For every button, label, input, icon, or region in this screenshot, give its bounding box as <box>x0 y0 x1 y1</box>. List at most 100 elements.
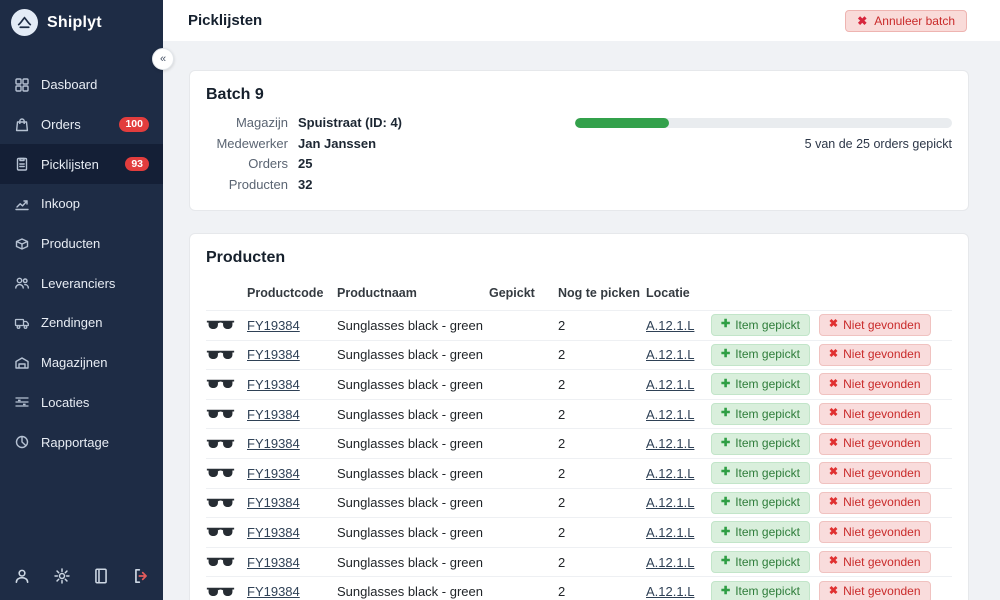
product-name: Sunglasses black - green <box>337 436 489 451</box>
users-icon <box>14 275 30 291</box>
user-icon[interactable] <box>13 567 31 585</box>
sidebar-item-magazijnen[interactable]: Magazijnen <box>0 343 163 383</box>
product-image <box>206 525 247 539</box>
not-found-button[interactable]: ✖ Niet gevonden <box>819 581 931 600</box>
dashboard-icon <box>14 77 30 93</box>
table-row: FY19384 Sunglasses black - green 2 A.12.… <box>206 547 952 577</box>
sidebar-item-producten[interactable]: Producten <box>0 224 163 264</box>
product-code-link[interactable]: FY19384 <box>247 407 300 422</box>
column-gepickt: Gepickt <box>489 286 558 300</box>
sidebar-item-dasboard[interactable]: Dasboard <box>0 65 163 105</box>
content: Batch 9 Magazijn Spuistraat (ID: 4) Mede… <box>163 41 1000 600</box>
item-picked-button[interactable]: ✚ Item gepickt <box>711 492 810 514</box>
item-picked-button[interactable]: ✚ Item gepickt <box>711 521 810 543</box>
not-found-button[interactable]: ✖ Niet gevonden <box>819 551 931 573</box>
item-picked-button[interactable]: ✚ Item gepickt <box>711 403 810 425</box>
row-actions: ✚ Item gepickt ✖ Niet gevonden <box>711 344 952 366</box>
x-circle-icon: ✖ <box>829 496 838 510</box>
batch-field-orders: Orders 25 <box>206 156 402 171</box>
warehouse-icon <box>14 355 30 371</box>
product-code-link[interactable]: FY19384 <box>247 466 300 481</box>
item-picked-button[interactable]: ✚ Item gepickt <box>711 462 810 484</box>
item-picked-label: Item gepickt <box>735 525 800 540</box>
location-link[interactable]: A.12.1.L <box>646 525 694 540</box>
product-name: Sunglasses black - green <box>337 407 489 422</box>
sidebar-item-locaties[interactable]: Locaties <box>0 383 163 423</box>
sidebar-item-label: Orders <box>41 117 81 132</box>
item-picked-button[interactable]: ✚ Item gepickt <box>711 314 810 336</box>
not-found-button[interactable]: ✖ Niet gevonden <box>819 403 931 425</box>
not-found-button[interactable]: ✖ Niet gevonden <box>819 492 931 514</box>
gear-icon[interactable] <box>53 567 71 585</box>
product-name: Sunglasses black - green <box>337 495 489 510</box>
row-actions: ✚ Item gepickt ✖ Niet gevonden <box>711 521 952 543</box>
product-code-link[interactable]: FY19384 <box>247 584 300 599</box>
x-circle-icon: ✖ <box>829 378 838 392</box>
product-image <box>206 585 247 599</box>
sidebar-item-zendingen[interactable]: Zendingen <box>0 303 163 343</box>
sidebar-item-orders[interactable]: Orders 100 <box>0 105 163 145</box>
location-link[interactable]: A.12.1.L <box>646 466 694 481</box>
product-code-link[interactable]: FY19384 <box>247 377 300 392</box>
product-code-link[interactable]: FY19384 <box>247 525 300 540</box>
progress-track <box>575 118 952 128</box>
not-found-button[interactable]: ✖ Niet gevonden <box>819 462 931 484</box>
sidebar-item-label: Leveranciers <box>41 276 115 291</box>
location-link[interactable]: A.12.1.L <box>646 555 694 570</box>
logout-icon[interactable] <box>132 567 150 585</box>
column-locatie: Locatie <box>646 286 711 300</box>
product-code-link[interactable]: FY19384 <box>247 436 300 451</box>
x-circle-icon: ✖ <box>829 526 838 540</box>
row-actions: ✚ Item gepickt ✖ Niet gevonden <box>711 581 952 600</box>
sidebar-item-leveranciers[interactable]: Leveranciers <box>0 263 163 303</box>
sidebar-item-label: Rapportage <box>41 435 109 450</box>
location-link[interactable]: A.12.1.L <box>646 318 694 333</box>
sidebar-item-label: Magazijnen <box>41 355 108 370</box>
sidebar-item-rapportage[interactable]: Rapportage <box>0 422 163 462</box>
to-pick-count: 2 <box>558 555 646 570</box>
location-link[interactable]: A.12.1.L <box>646 377 694 392</box>
item-picked-button[interactable]: ✚ Item gepickt <box>711 373 810 395</box>
product-code-link[interactable]: FY19384 <box>247 495 300 510</box>
sidebar-item-picklijsten[interactable]: Picklijsten 93 <box>0 144 163 184</box>
cancel-batch-button[interactable]: ✖ Annuleer batch <box>845 10 967 32</box>
not-found-button[interactable]: ✖ Niet gevonden <box>819 344 931 366</box>
location-link[interactable]: A.12.1.L <box>646 407 694 422</box>
item-picked-label: Item gepickt <box>735 584 800 599</box>
location-link[interactable]: A.12.1.L <box>646 436 694 451</box>
x-circle-icon: ✖ <box>829 466 838 480</box>
product-image <box>206 377 247 391</box>
products-table-header: Productcode Productnaam Gepickt Nog te p… <box>206 278 952 310</box>
location-link[interactable]: A.12.1.L <box>646 347 694 362</box>
item-picked-button[interactable]: ✚ Item gepickt <box>711 551 810 573</box>
product-image <box>206 466 247 480</box>
item-picked-label: Item gepickt <box>735 377 800 392</box>
progress-fill <box>575 118 669 128</box>
sidebar-item-inkoop[interactable]: Inkoop <box>0 184 163 224</box>
product-image <box>206 348 247 362</box>
to-pick-count: 2 <box>558 318 646 333</box>
sidebar-item-label: Zendingen <box>41 315 102 330</box>
sidebar-item-label: Picklijsten <box>41 157 99 172</box>
sidebar-collapse-button[interactable]: « <box>152 48 174 70</box>
location-link[interactable]: A.12.1.L <box>646 584 694 599</box>
not-found-button[interactable]: ✖ Niet gevonden <box>819 521 931 543</box>
product-code-link[interactable]: FY19384 <box>247 555 300 570</box>
not-found-button[interactable]: ✖ Niet gevonden <box>819 373 931 395</box>
table-row: FY19384 Sunglasses black - green 2 A.12.… <box>206 517 952 547</box>
x-circle-icon: ✖ <box>829 348 838 362</box>
item-picked-button[interactable]: ✚ Item gepickt <box>711 581 810 600</box>
product-code-link[interactable]: FY19384 <box>247 347 300 362</box>
location-link[interactable]: A.12.1.L <box>646 495 694 510</box>
item-picked-button[interactable]: ✚ Item gepickt <box>711 344 810 366</box>
topbar: Picklijsten ✖ Annuleer batch <box>163 0 1000 41</box>
not-found-button[interactable]: ✖ Niet gevonden <box>819 314 931 336</box>
book-icon[interactable] <box>92 567 110 585</box>
column-productnaam: Productnaam <box>337 286 489 300</box>
column-productcode: Productcode <box>247 286 337 300</box>
product-name: Sunglasses black - green <box>337 347 489 362</box>
close-icon: ✖ <box>857 14 867 28</box>
not-found-button[interactable]: ✖ Niet gevonden <box>819 433 931 455</box>
product-code-link[interactable]: FY19384 <box>247 318 300 333</box>
item-picked-button[interactable]: ✚ Item gepickt <box>711 433 810 455</box>
